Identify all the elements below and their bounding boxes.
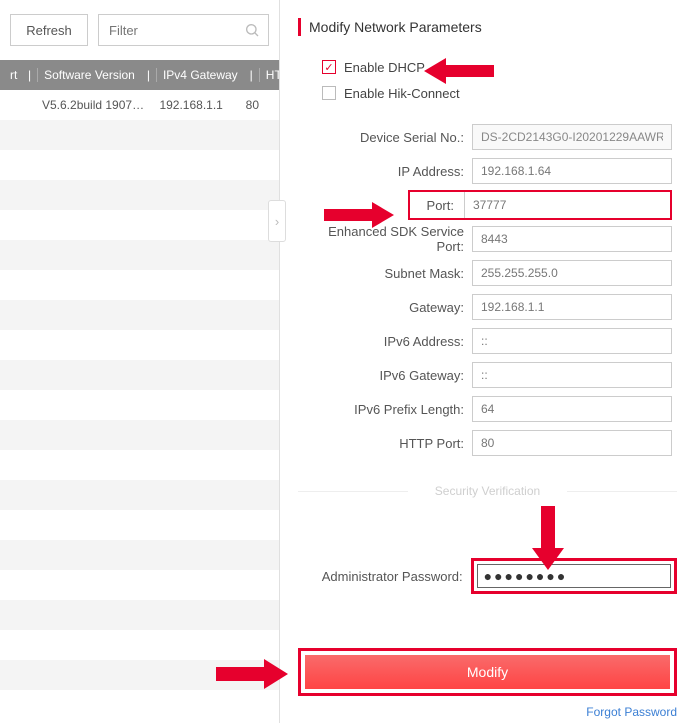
- chevron-right-icon: ›: [275, 214, 279, 229]
- input-port[interactable]: [464, 192, 670, 218]
- security-verification-divider: Security Verification: [298, 484, 677, 498]
- table-row-empty: [0, 600, 279, 630]
- row-gw: Gateway:: [298, 290, 677, 324]
- table-row-empty: [0, 270, 279, 300]
- enable-dhcp-label: Enable DHCP: [344, 60, 425, 75]
- label-ipv6len: IPv6 Prefix Length:: [298, 402, 472, 417]
- input-gw[interactable]: [472, 294, 672, 320]
- row-ip: IP Address:: [298, 154, 677, 188]
- table-row-empty: [0, 150, 279, 180]
- input-httpport[interactable]: [472, 430, 672, 456]
- label-sdk: Enhanced SDK Service Port:: [298, 224, 472, 254]
- port-highlight: Port:: [408, 190, 672, 220]
- enable-hik-label: Enable Hik-Connect: [344, 86, 460, 101]
- header-sep: |: [141, 68, 156, 82]
- label-admin-password: Administrator Password:: [298, 569, 471, 584]
- refresh-button[interactable]: Refresh: [10, 14, 88, 46]
- table-row-empty: [0, 390, 279, 420]
- row-serial: Device Serial No.:: [298, 120, 677, 154]
- filter-input[interactable]: [99, 15, 268, 45]
- table-row[interactable]: V5.6.2build 1907… 192.168.1.1 80: [0, 90, 279, 120]
- enable-hik-row: Enable Hik-Connect: [322, 80, 677, 106]
- device-rows: V5.6.2build 1907… 192.168.1.1 80: [0, 90, 279, 690]
- label-ipv6gw: IPv6 Gateway:: [298, 368, 472, 383]
- cell-software-version: V5.6.2build 1907…: [36, 98, 153, 112]
- label-serial: Device Serial No.:: [298, 130, 472, 145]
- input-admin-password[interactable]: ●●●●●●●●: [477, 564, 671, 588]
- row-ipv6gw: IPv6 Gateway:: [298, 358, 677, 392]
- label-httpport: HTTP Port:: [298, 436, 472, 451]
- header-software-version: Software Version: [37, 68, 141, 82]
- input-ipv6len[interactable]: [472, 396, 672, 422]
- table-row-empty: [0, 660, 279, 690]
- input-ip[interactable]: [472, 158, 672, 184]
- table-row-empty: [0, 300, 279, 330]
- input-serial: [472, 124, 672, 150]
- search-icon: [244, 22, 260, 38]
- enable-dhcp-row: Enable DHCP: [322, 54, 677, 80]
- table-row-empty: [0, 540, 279, 570]
- input-ipv6[interactable]: [472, 328, 672, 354]
- modify-highlight: Modify: [298, 648, 677, 696]
- label-ip: IP Address:: [298, 164, 472, 179]
- cell-gateway: 192.168.1.1: [153, 98, 239, 112]
- label-port: Port:: [410, 198, 464, 213]
- row-mask: Subnet Mask:: [298, 256, 677, 290]
- row-port: Port:: [298, 188, 677, 222]
- network-form: Device Serial No.: IP Address: Port: Enh…: [298, 120, 677, 719]
- label-ipv6: IPv6 Address:: [298, 334, 472, 349]
- network-parameters-panel: Modify Network Parameters Enable DHCP En…: [280, 0, 687, 723]
- row-ipv6len: IPv6 Prefix Length:: [298, 392, 677, 426]
- table-row-empty: [0, 570, 279, 600]
- table-row-empty: [0, 630, 279, 660]
- table-row-empty: [0, 480, 279, 510]
- forgot-password-link[interactable]: Forgot Password: [586, 705, 677, 719]
- collapse-handle[interactable]: ›: [268, 200, 286, 242]
- table-row-empty: [0, 360, 279, 390]
- row-httpport: HTTP Port:: [298, 426, 677, 460]
- row-admin-password: Administrator Password: ●●●●●●●●: [298, 558, 677, 594]
- row-ipv6: IPv6 Address:: [298, 324, 677, 358]
- table-row-empty: [0, 240, 279, 270]
- label-gw: Gateway:: [298, 300, 472, 315]
- left-toolbar: Refresh: [0, 0, 279, 60]
- panel-title: Modify Network Parameters: [298, 18, 677, 36]
- header-http: HTTP: [259, 68, 279, 82]
- table-row-empty: [0, 510, 279, 540]
- table-row-empty: [0, 120, 279, 150]
- header-rt: rt: [4, 68, 22, 82]
- header-sep: |: [22, 68, 37, 82]
- row-sdk: Enhanced SDK Service Port:: [298, 222, 677, 256]
- header-ipv4-gateway: IPv4 Gateway: [156, 68, 244, 82]
- label-mask: Subnet Mask:: [298, 266, 472, 281]
- table-row-empty: [0, 210, 279, 240]
- input-sdk[interactable]: [472, 226, 672, 252]
- input-mask[interactable]: [472, 260, 672, 286]
- enable-dhcp-checkbox[interactable]: [322, 60, 336, 74]
- password-highlight: ●●●●●●●●: [471, 558, 677, 594]
- table-row-empty: [0, 180, 279, 210]
- header-sep: |: [244, 68, 259, 82]
- table-row-empty: [0, 330, 279, 360]
- enable-hik-checkbox[interactable]: [322, 86, 336, 100]
- device-table-header: rt | Software Version | IPv4 Gateway | H…: [0, 60, 279, 90]
- modify-button[interactable]: Modify: [305, 655, 670, 689]
- forgot-password-wrap: Forgot Password: [298, 704, 677, 719]
- checkbox-group: Enable DHCP Enable Hik-Connect: [322, 54, 677, 106]
- filter-wrap: [98, 14, 269, 46]
- cell-http: 80: [240, 98, 279, 112]
- device-list-pane: Refresh rt | Software Version | IPv4 Gat…: [0, 0, 280, 723]
- table-row-empty: [0, 450, 279, 480]
- table-row-empty: [0, 420, 279, 450]
- input-ipv6gw[interactable]: [472, 362, 672, 388]
